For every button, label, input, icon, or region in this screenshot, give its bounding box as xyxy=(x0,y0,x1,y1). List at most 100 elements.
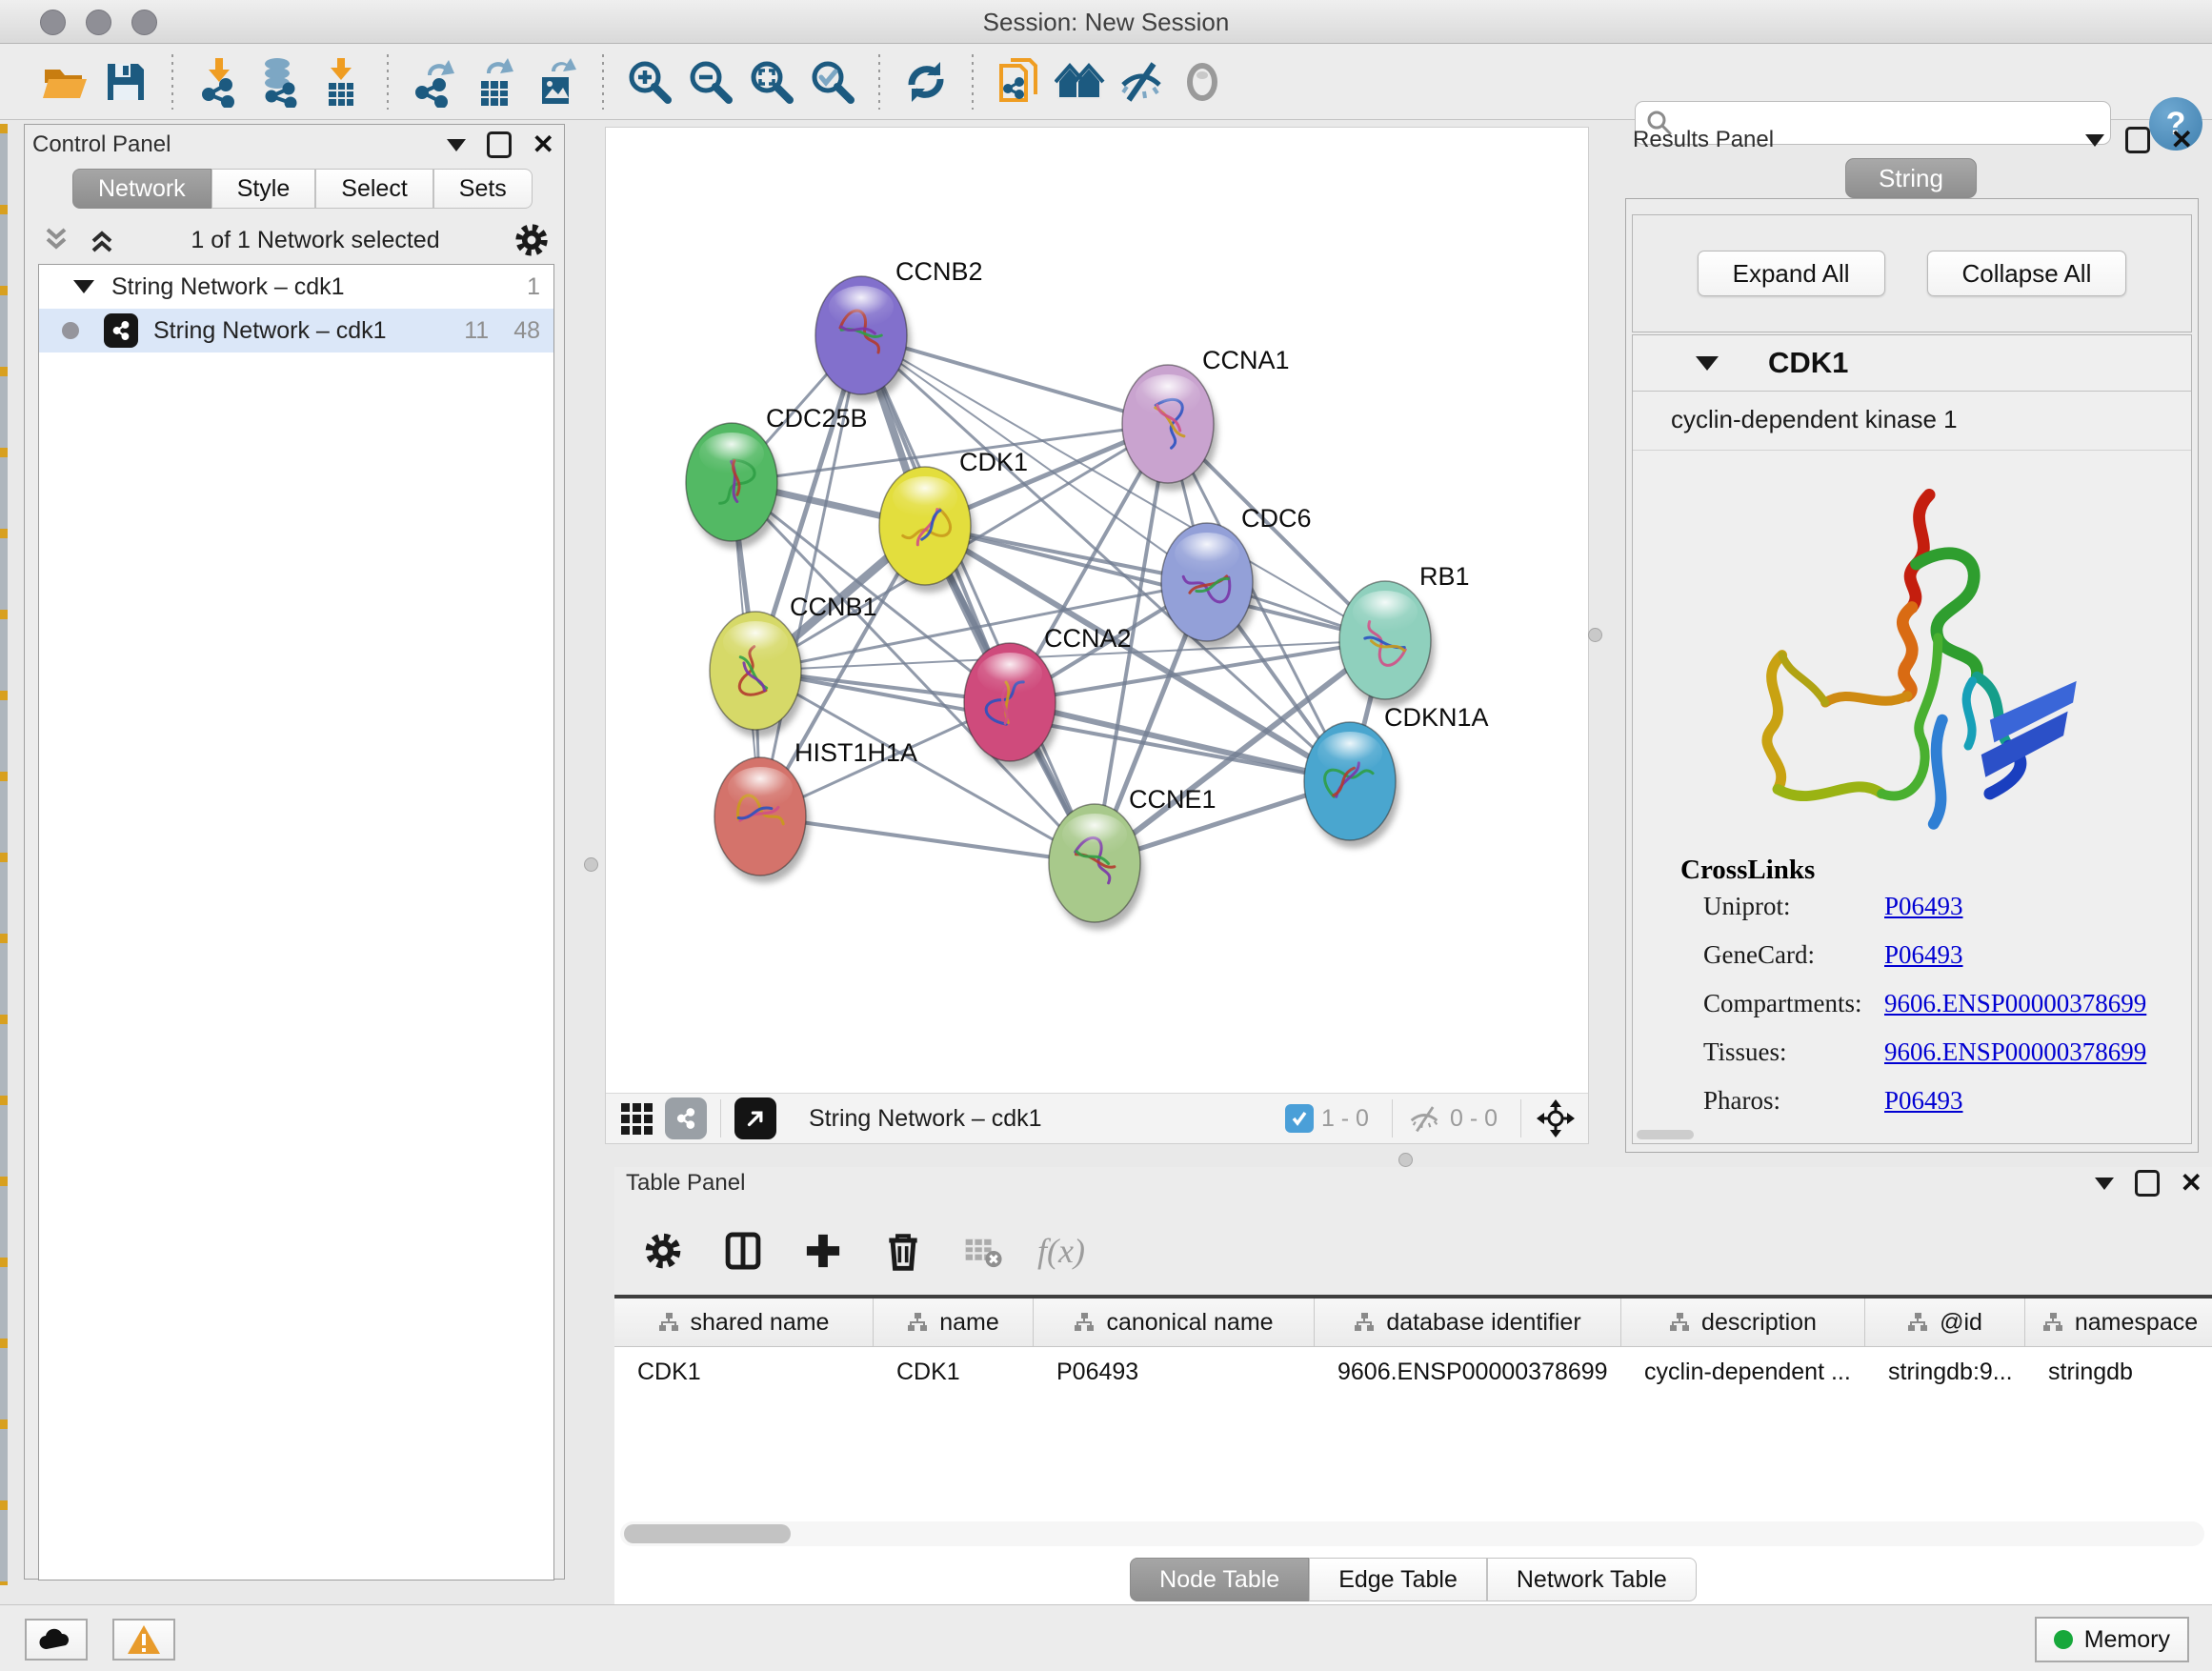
collapse-all-chevron-icon[interactable] xyxy=(40,224,72,256)
scrollbar-thumb[interactable] xyxy=(624,1524,791,1543)
splitter-handle[interactable] xyxy=(1588,628,1602,642)
show-columns-button[interactable] xyxy=(717,1225,769,1277)
network-node-CCNB1[interactable]: CCNB1 xyxy=(710,593,877,737)
network-collection-row[interactable]: String Network – cdk1 1 xyxy=(39,265,553,309)
tab-node-table[interactable]: Node Table xyxy=(1130,1558,1309,1601)
tab-select[interactable]: Select xyxy=(315,169,432,209)
function-builder-button[interactable]: f(x) xyxy=(1037,1231,1085,1271)
table-row[interactable]: CDK1CDK1P064939606.ENSP00000378699cyclin… xyxy=(614,1347,2212,1397)
table-cell[interactable]: CDK1 xyxy=(614,1347,874,1397)
crosslink-link[interactable]: 9606.ENSP00000378699 xyxy=(1884,1037,2146,1067)
network-node-HIST1H1A[interactable]: HIST1H1A xyxy=(714,738,917,883)
clone-network-button[interactable] xyxy=(989,52,1050,111)
delete-table-button[interactable] xyxy=(957,1225,1009,1277)
gene-section-header[interactable]: CDK1 xyxy=(1633,335,2191,392)
network-node-CCNA2[interactable]: CCNA2 xyxy=(964,624,1132,769)
table-cell[interactable]: 9606.ENSP00000378699 xyxy=(1315,1347,1621,1397)
selected-count-checkbox[interactable] xyxy=(1285,1104,1314,1133)
table-horizontal-scrollbar[interactable] xyxy=(620,1521,2204,1546)
column-header--id[interactable]: @id xyxy=(1865,1299,2025,1346)
node-label-CCNB1: CCNB1 xyxy=(790,593,877,621)
zoom-out-button[interactable] xyxy=(680,52,741,111)
panel-float-button[interactable] xyxy=(2135,1170,2160,1197)
network-node-CDKN1A[interactable]: CDKN1A xyxy=(1304,703,1489,848)
gene-collapse-icon[interactable] xyxy=(1696,356,1719,371)
column-header-name[interactable]: name xyxy=(874,1299,1034,1346)
network-options-gear-icon[interactable] xyxy=(513,221,551,259)
panel-menu-button[interactable] xyxy=(447,139,466,151)
zoom-in-button[interactable] xyxy=(619,52,680,111)
zoom-fit-content-button[interactable] xyxy=(741,52,802,111)
import-network-from-database-button[interactable] xyxy=(250,52,311,111)
grid-view-icon[interactable] xyxy=(617,1099,655,1137)
tab-string[interactable]: String xyxy=(1845,158,1977,198)
network-edge-CCNA2-CDKN1A[interactable] xyxy=(1010,702,1350,781)
string-view-icon[interactable] xyxy=(665,1097,707,1139)
panel-float-button[interactable] xyxy=(2125,127,2150,153)
hidden-eye-slash-icon xyxy=(1406,1100,1442,1137)
column-header-description[interactable]: description xyxy=(1621,1299,1865,1346)
collapse-all-button[interactable]: Collapse All xyxy=(1927,251,2127,296)
crosslink-link[interactable]: P06493 xyxy=(1884,940,1963,970)
column-header-canonical-name[interactable]: canonical name xyxy=(1034,1299,1315,1346)
network-node-CCNB2[interactable]: CCNB2 xyxy=(815,257,983,402)
network-node-CCNE1[interactable]: CCNE1 xyxy=(1049,785,1217,930)
panel-menu-button[interactable] xyxy=(2095,1178,2114,1190)
table-cell[interactable]: stringdb xyxy=(2025,1347,2212,1397)
delete-column-button[interactable] xyxy=(877,1225,929,1277)
import-table-from-file-button[interactable] xyxy=(311,52,372,111)
export-image-button[interactable] xyxy=(526,52,587,111)
table-cell[interactable]: cyclin-dependent ... xyxy=(1621,1347,1865,1397)
table-options-gear-button[interactable] xyxy=(637,1225,689,1277)
panel-float-button[interactable] xyxy=(487,131,512,158)
refresh-button[interactable] xyxy=(895,52,956,111)
save-session-button[interactable] xyxy=(95,52,156,111)
panel-close-button[interactable]: ✕ xyxy=(2181,1173,2202,1194)
results-scrollbar-thumb[interactable] xyxy=(1637,1130,1694,1139)
tab-style[interactable]: Style xyxy=(211,169,316,209)
collection-expand-icon[interactable] xyxy=(73,280,94,293)
network-edge-HIST1H1A-CCNE1[interactable] xyxy=(760,816,1095,863)
panel-close-button[interactable]: ✕ xyxy=(533,134,554,155)
show-all-button[interactable] xyxy=(1172,52,1233,111)
tab-sets[interactable]: Sets xyxy=(433,169,533,209)
crosslink-link[interactable]: P06493 xyxy=(1884,892,1963,921)
panel-close-button[interactable]: ✕ xyxy=(2171,130,2193,151)
tab-edge-table[interactable]: Edge Table xyxy=(1309,1558,1487,1601)
network-canvas[interactable]: CCNB2CCNA1CDC25BCDK1CDC6RB1CCNB1CCNA2CDK… xyxy=(606,128,1588,1093)
panel-menu-button[interactable] xyxy=(2085,134,2104,147)
crosslink-link[interactable]: 9606.ENSP00000378699 xyxy=(1884,989,2146,1018)
hide-selected-button[interactable] xyxy=(1111,52,1172,111)
detach-view-button[interactable] xyxy=(734,1097,776,1139)
network-row[interactable]: String Network – cdk1 11 48 xyxy=(39,309,553,352)
import-network-from-file-button[interactable] xyxy=(189,52,250,111)
expand-all-button[interactable]: Expand All xyxy=(1698,251,1885,296)
open-session-button[interactable] xyxy=(34,52,95,111)
memory-button[interactable]: Memory xyxy=(2035,1617,2189,1662)
export-network-button[interactable] xyxy=(404,52,465,111)
column-header-database-identifier[interactable]: database identifier xyxy=(1315,1299,1621,1346)
splitter-handle[interactable] xyxy=(584,857,598,872)
first-neighbors-button[interactable] xyxy=(1050,52,1111,111)
expand-all-chevron-icon[interactable] xyxy=(86,224,118,256)
table-cell[interactable]: stringdb:9... xyxy=(1865,1347,2025,1397)
automation-cloud-button[interactable] xyxy=(25,1619,88,1661)
tab-network[interactable]: Network xyxy=(72,169,211,209)
network-node-RB1[interactable]: RB1 xyxy=(1339,562,1470,707)
tab-network-table[interactable]: Network Table xyxy=(1487,1558,1697,1601)
network-edge-CCNB2-CCNE1[interactable] xyxy=(861,335,1095,863)
splitter-handle[interactable] xyxy=(1398,1153,1413,1167)
birds-eye-view-icon[interactable] xyxy=(1535,1097,1577,1139)
network-node-CDC6[interactable]: CDC6 xyxy=(1161,504,1312,649)
crosslink-link[interactable]: P06493 xyxy=(1884,1086,1963,1116)
table-cell[interactable]: CDK1 xyxy=(874,1347,1034,1397)
column-header-shared-name[interactable]: shared name xyxy=(614,1299,874,1346)
network-node-CDC25B[interactable]: CDC25B xyxy=(686,404,868,549)
export-table-button[interactable] xyxy=(465,52,526,111)
create-column-button[interactable] xyxy=(797,1225,849,1277)
network-node-CCNA1[interactable]: CCNA1 xyxy=(1122,346,1290,491)
warnings-button[interactable] xyxy=(112,1619,175,1661)
column-header-namespace[interactable]: namespace xyxy=(2025,1299,2212,1346)
zoom-selected-button[interactable] xyxy=(802,52,863,111)
table-cell[interactable]: P06493 xyxy=(1034,1347,1315,1397)
